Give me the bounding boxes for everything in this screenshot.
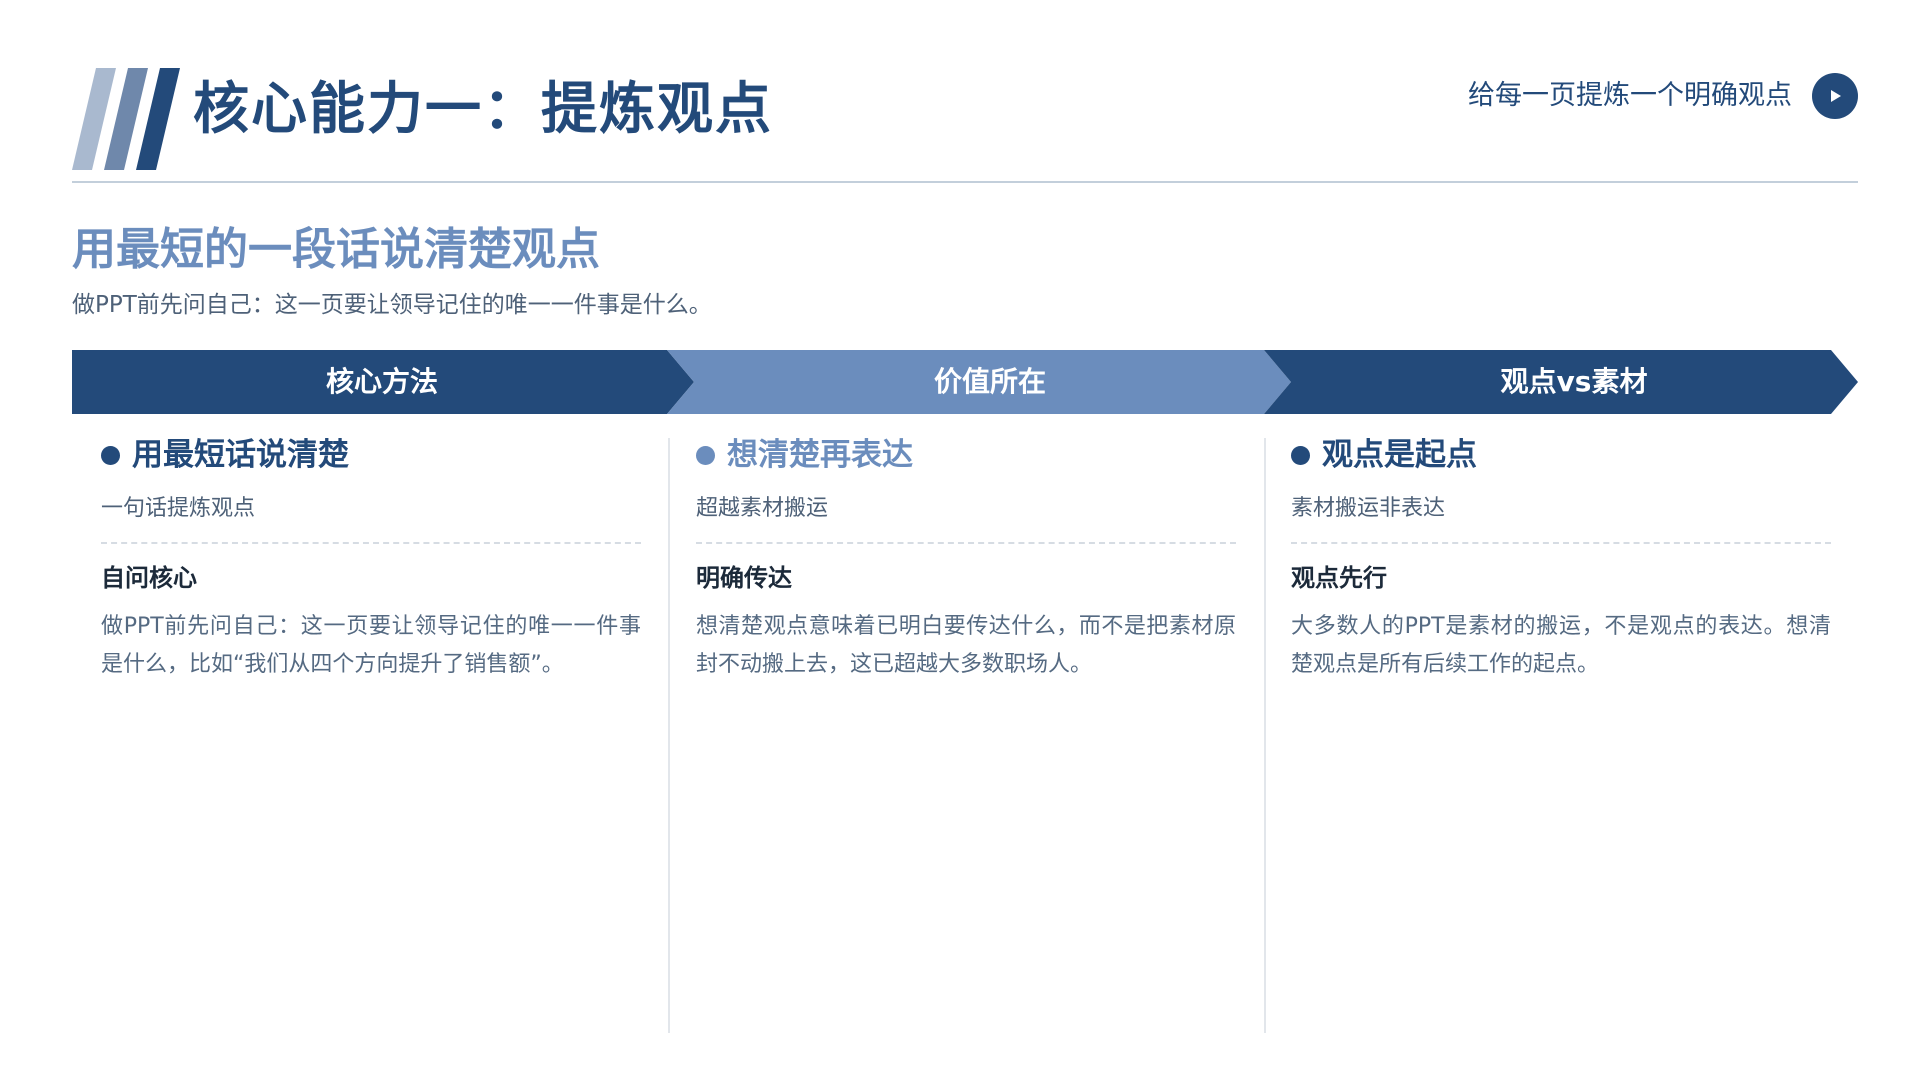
band-label-method: 核心方法 <box>325 365 438 398</box>
point-body: 想清楚观点意味着已明白要传达什么，而不是把素材原封不动搬上去，这已超越大多数职场… <box>696 614 1236 677</box>
bullet-dot-icon <box>1291 445 1310 465</box>
column-title: 观点是起点 <box>1322 437 1477 473</box>
point-body: 做PPT前先问自己：这一页要让领导记住的唯一一件事是什么，比如“我们从四个方向提… <box>101 614 641 677</box>
section-intro: 做PPT前先问自己：这一页要让领导记住的唯一一件事是什么。 <box>72 292 712 318</box>
column-header: 想清楚再表达 <box>696 432 1236 478</box>
slide: 核心能力一：提炼观点 给每一页提炼一个明确观点 用最短的一段话说清楚观点 做PP… <box>0 0 1920 1080</box>
column-divider <box>1264 438 1266 1033</box>
tagline: 给每一页提炼一个明确观点 <box>1468 80 1792 111</box>
column-viewpoint: 观点是起点 素材搬运非表达 观点先行 大多数人的PPT是素材的搬运，不是观点的表… <box>1291 432 1831 684</box>
slash-stripes-icon <box>72 68 180 170</box>
column-header: 用最短话说清楚 <box>101 432 641 478</box>
point-body: 大多数人的PPT是素材的搬运，不是观点的表达。想清楚观点是所有后续工作的起点。 <box>1291 614 1831 677</box>
column-title: 想清楚再表达 <box>727 437 913 473</box>
tagline-group: 给每一页提炼一个明确观点 <box>1468 73 1858 119</box>
column-header: 观点是起点 <box>1291 432 1831 478</box>
dashed-divider <box>696 542 1236 544</box>
column-divider <box>668 438 670 1033</box>
band-label-viewpoint: 观点vs素材 <box>1500 365 1648 398</box>
section-subtitle: 用最短的一段话说清楚观点 <box>72 224 600 275</box>
column-method: 用最短话说清楚 一句话提炼观点 自问核心 做PPT前先问自己：这一页要让领导记住… <box>101 432 641 684</box>
bullet-dot-icon <box>696 445 715 465</box>
column-title: 用最短话说清楚 <box>132 437 349 473</box>
header-divider <box>72 181 1858 183</box>
point-title: 观点先行 <box>1291 564 1387 592</box>
dashed-divider <box>1291 542 1831 544</box>
page-title: 核心能力一：提炼观点 <box>193 77 773 142</box>
dashed-divider <box>101 542 641 544</box>
bullet-dot-icon <box>101 445 120 465</box>
column-value: 想清楚再表达 超越素材搬运 明确传达 想清楚观点意味着已明白要传达什么，而不是把… <box>696 432 1236 684</box>
point-title: 明确传达 <box>696 564 792 592</box>
point-title: 自问核心 <box>101 564 197 592</box>
band-label-value: 价值所在 <box>933 365 1046 398</box>
play-icon[interactable] <box>1812 73 1858 119</box>
column-subtitle: 超越素材搬运 <box>696 496 829 521</box>
column-subtitle: 一句话提炼观点 <box>101 496 256 521</box>
column-subtitle: 素材搬运非表达 <box>1291 496 1446 521</box>
